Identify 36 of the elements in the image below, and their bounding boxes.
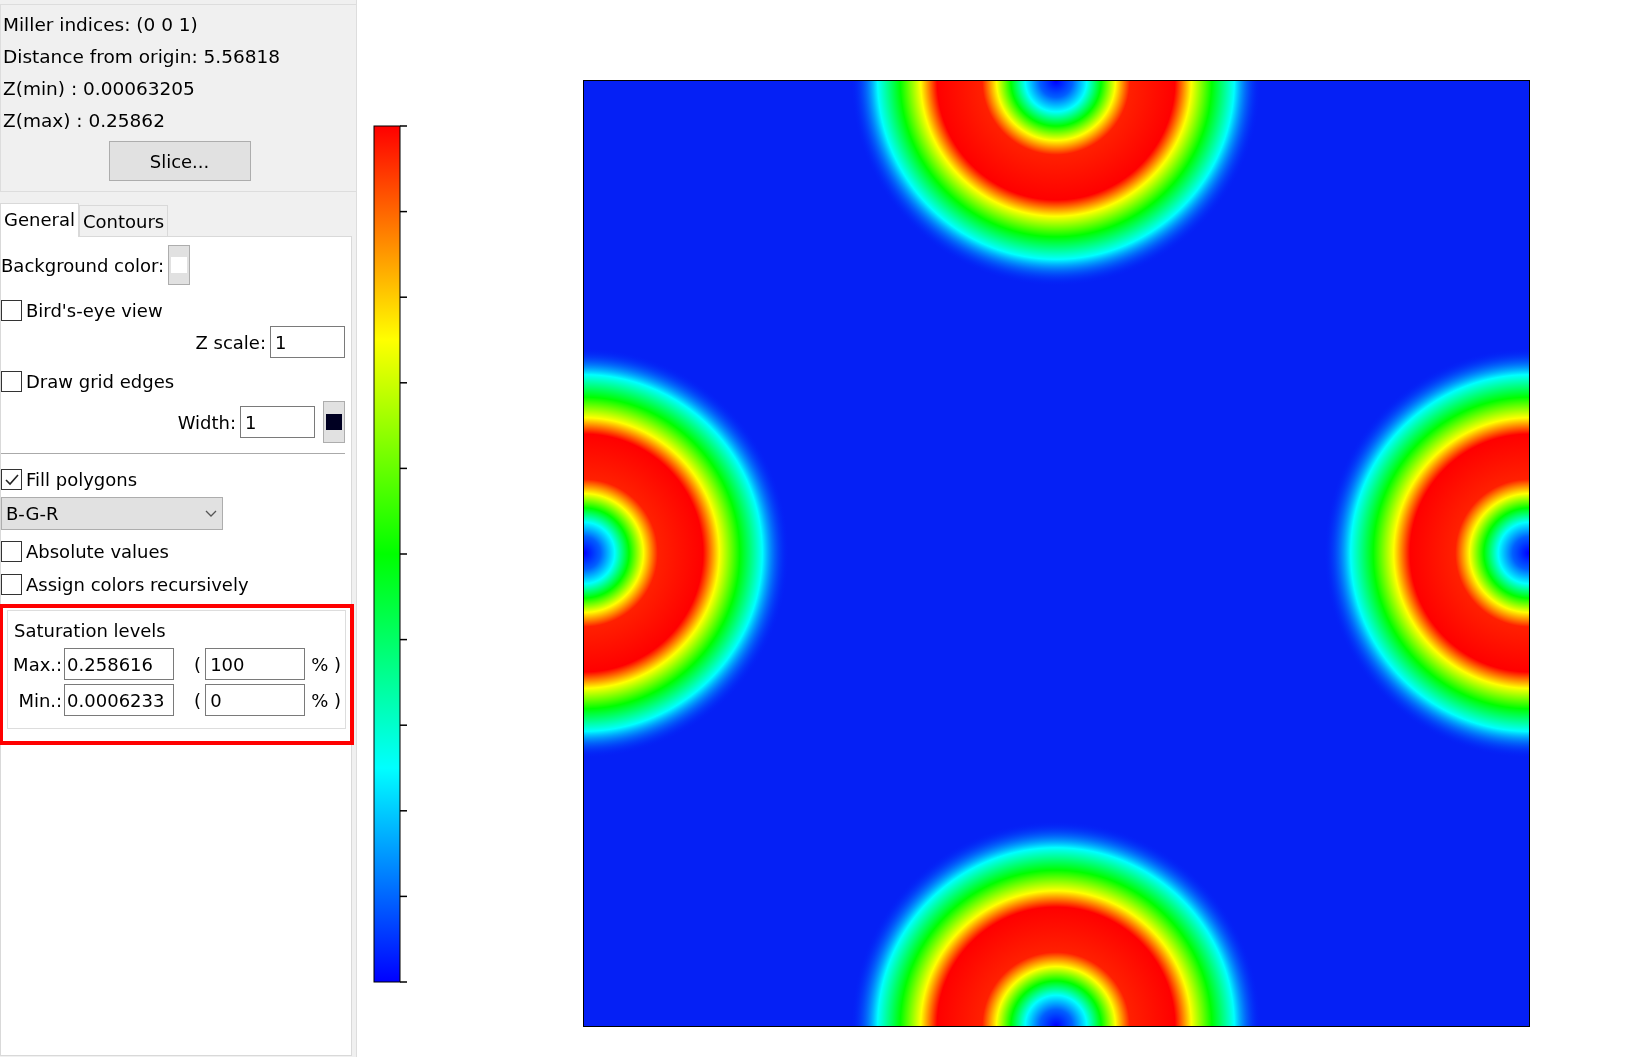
caret-icon (204, 508, 218, 519)
checkbox[interactable] (1, 371, 22, 392)
checkbox-label: Draw grid edges (26, 370, 175, 394)
checkbox-label: Fill polygons (26, 468, 138, 492)
info-text: Miller indices: (0 0 1) (3, 13, 199, 37)
field-label: Width: (177, 410, 236, 435)
checkbox[interactable] (1, 574, 22, 595)
info-text: Z(min) : 0.00063205 (3, 77, 196, 101)
input-field[interactable]: 100 (205, 648, 306, 680)
paren-text: ( (194, 688, 202, 713)
field-label: Z scale: (195, 330, 266, 355)
paren-text: ( (194, 652, 202, 677)
tab[interactable]: General (0, 203, 79, 237)
color-swatch-button[interactable] (168, 245, 191, 285)
tab[interactable]: Contours (78, 205, 169, 236)
field-label: Min.: (17, 688, 63, 713)
color-swatch-button[interactable] (323, 401, 345, 443)
checkbox-label: Absolute values (26, 540, 169, 564)
percent-text: % ) (311, 652, 341, 677)
field-label: Background color: (1, 253, 165, 278)
slice-button[interactable]: Slice... (108, 141, 251, 181)
checkbox[interactable] (1, 541, 22, 562)
info-text: Distance from origin: 5.56818 (3, 45, 281, 69)
checkbox-label: Assign colors recursively (26, 573, 249, 597)
input-field[interactable]: 0 (205, 684, 306, 716)
info-text: Z(max) : 0.25862 (3, 109, 166, 133)
input-field[interactable]: 0.258616 (64, 648, 175, 680)
checkbox[interactable] (1, 300, 22, 321)
checkbox-label: Bird's-eye view (26, 299, 163, 323)
checkbox[interactable] (1, 469, 22, 490)
percent-text: % ) (311, 688, 341, 713)
palette-dropdown[interactable]: B-G-R (1, 497, 223, 530)
field-label: Max.: (12, 652, 63, 677)
input-field[interactable]: 1 (270, 326, 345, 358)
input-field[interactable]: 0.0006233 (64, 684, 175, 716)
input-field[interactable]: 1 (240, 406, 315, 438)
